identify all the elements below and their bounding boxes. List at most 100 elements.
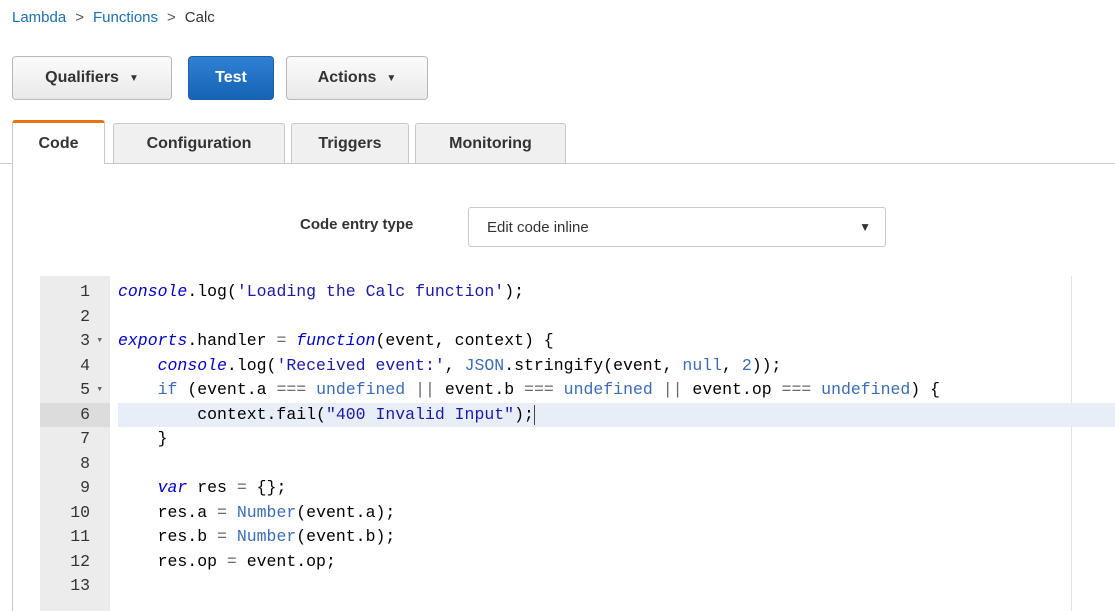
code-token: = <box>236 478 247 497</box>
line-number: 3 ▾ <box>40 329 110 353</box>
code-token: "400 Invalid Input" <box>325 404 515 424</box>
code-token: console <box>118 282 188 301</box>
code-line[interactable]: 2 <box>40 305 1115 329</box>
code-token: (event, context) { <box>375 331 554 350</box>
line-number: 1 <box>40 280 110 304</box>
code-token: 2 <box>741 355 752 375</box>
code-line[interactable]: 12 res.op = event.op; <box>40 550 1115 574</box>
code-line[interactable]: 8 <box>40 452 1115 476</box>
code-token: undefined <box>563 380 653 399</box>
code-line[interactable]: 4 console.log('Received event:', JSON.st… <box>40 354 1115 378</box>
line-number-text: 10 <box>70 502 90 522</box>
code-text: if (event.a === undefined || event.b ===… <box>118 378 1115 402</box>
code-token: if <box>157 380 178 399</box>
code-text: exports.handler = function(event, contex… <box>118 329 1115 353</box>
line-number-text: 7 <box>80 429 90 448</box>
code-token: === <box>781 380 812 399</box>
test-label: Test <box>215 69 247 86</box>
breadcrumb-functions[interactable]: Functions <box>93 9 158 26</box>
actions-button[interactable]: Actions ▼ <box>286 56 428 100</box>
code-token: {}; <box>246 478 287 497</box>
breadcrumb-current: Calc <box>184 9 215 26</box>
code-token: .stringify(event, <box>504 355 683 375</box>
code-line[interactable]: 7 } <box>40 427 1115 451</box>
code-line[interactable]: 5 ▾ if (event.a === undefined || event.b … <box>40 378 1115 402</box>
code-token: res.b <box>118 527 218 546</box>
code-text: res.a = Number(event.a); <box>118 501 1115 525</box>
code-token: .log( <box>226 355 277 375</box>
code-token: undefined <box>316 380 406 399</box>
code-token: Number <box>236 527 297 546</box>
line-number-text: 1 <box>80 282 90 301</box>
line-number-text: 6 <box>80 404 90 424</box>
code-token: res.op <box>118 551 227 571</box>
line-number-text: 12 <box>70 551 90 571</box>
code-token: undefined <box>821 380 911 399</box>
code-token: event.b <box>434 380 525 399</box>
code-token: console <box>157 355 227 375</box>
code-text: var res = {}; <box>118 476 1115 500</box>
line-number-text: 5 <box>80 380 90 399</box>
code-line[interactable]: 6 context.fail("400 Invalid Input"); <box>40 402 1115 427</box>
qualifiers-label: Qualifiers <box>45 69 119 86</box>
line-number: 10 <box>40 501 110 525</box>
line-number-text: 2 <box>80 306 90 326</box>
code-entry-type-select[interactable]: Edit code inline ▼ <box>468 207 886 247</box>
code-token: res.a <box>118 502 218 522</box>
tab-configuration[interactable]: Configuration <box>113 123 285 163</box>
tab-code[interactable]: Code <box>12 120 105 164</box>
fold-arrow-icon[interactable]: ▾ <box>96 329 103 353</box>
line-number-text: 3 <box>80 331 90 350</box>
caret-down-icon: ▼ <box>386 72 397 84</box>
line-number: 5 ▾ <box>40 378 110 402</box>
code-editor[interactable]: 1 console.log('Loading the Calc function'… <box>40 276 1115 611</box>
code-line[interactable]: 3 ▾ exports.handler = function(event, cont… <box>40 329 1115 353</box>
code-token: )); <box>751 355 782 375</box>
code-entry-type-value: Edit code inline <box>487 218 589 236</box>
code-token: event.op <box>682 380 782 399</box>
line-number: 2 <box>40 305 110 329</box>
test-button[interactable]: Test <box>188 56 274 100</box>
code-token: , <box>444 355 465 375</box>
code-token: Number <box>236 502 297 522</box>
line-number: 4 <box>40 354 110 378</box>
code-token: function <box>296 331 376 350</box>
code-token: ) { <box>910 380 941 399</box>
qualifiers-button[interactable]: Qualifiers ▼ <box>12 56 172 100</box>
actions-label: Actions <box>317 69 377 86</box>
code-text: res.b = Number(event.b); <box>118 525 1115 549</box>
code-line[interactable]: 11 res.b = Number(event.b); <box>40 525 1115 549</box>
fold-arrow-icon[interactable]: ▾ <box>96 378 103 402</box>
code-line[interactable]: 10 res.a = Number(event.a); <box>40 501 1115 525</box>
code-text: context.fail("400 Invalid Input"); <box>118 402 1115 427</box>
code-token: (event.a); <box>296 502 396 522</box>
code-line[interactable]: 13 <box>40 574 1115 598</box>
code-text: } <box>118 427 1115 451</box>
code-line[interactable]: 9 var res = {}; <box>40 476 1115 500</box>
code-token: var <box>157 478 188 497</box>
code-token: } <box>118 429 168 448</box>
code-token: || <box>662 380 683 399</box>
line-number: 11 <box>40 525 110 549</box>
code-token: ); <box>504 282 524 301</box>
tab-monitoring[interactable]: Monitoring <box>415 123 566 163</box>
breadcrumb-lambda[interactable]: Lambda <box>12 9 66 26</box>
code-line[interactable]: 1 console.log('Loading the Calc function'… <box>40 280 1115 304</box>
code-token: log <box>197 282 227 301</box>
code-token: 'Received event:' <box>276 355 445 375</box>
dropdown-arrow-icon: ▼ <box>859 220 871 234</box>
code-token: ); <box>514 404 534 424</box>
tab-bar: Code Configuration Triggers Monitoring <box>0 120 1115 164</box>
line-number: 8 <box>40 452 110 476</box>
code-token: = <box>217 527 227 546</box>
text-cursor <box>534 404 535 425</box>
tab-triggers[interactable]: Triggers <box>291 123 409 163</box>
